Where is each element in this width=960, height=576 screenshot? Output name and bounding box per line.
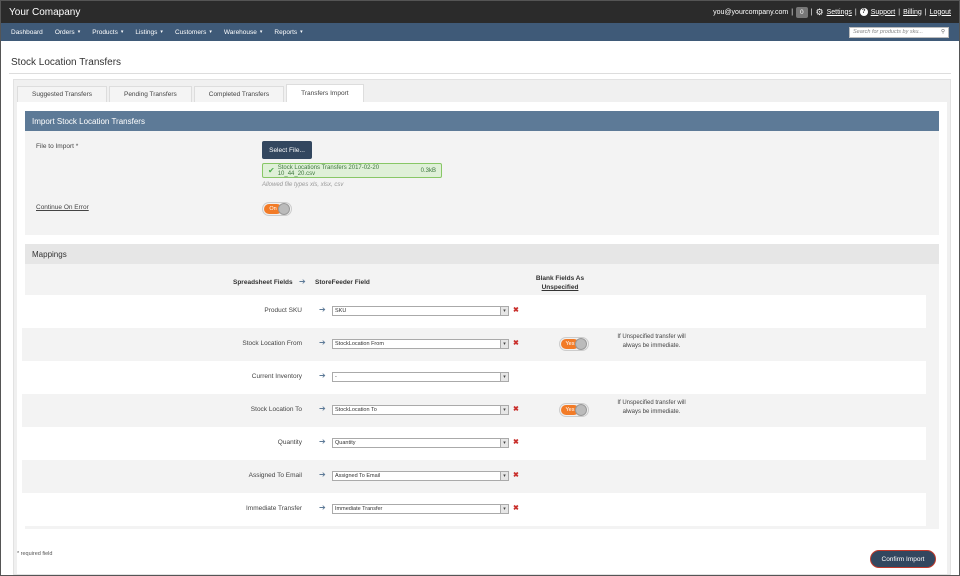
chevron-down-icon: ▾ xyxy=(500,472,508,480)
nav-reports[interactable]: Reports ▾ xyxy=(274,29,302,36)
caret-down-icon: ▾ xyxy=(259,29,263,35)
page-title: Stock Location Transfers xyxy=(11,57,122,68)
continue-on-error-label: Continue On Error xyxy=(36,204,89,211)
search-icon: ⚲ xyxy=(940,29,945,35)
tab-bar: Suggested Transfers Pending Transfers Co… xyxy=(17,84,366,102)
nav-warehouse[interactable]: Warehouse ▾ xyxy=(224,29,263,36)
tab-pending-transfers[interactable]: Pending Transfers xyxy=(108,86,192,102)
check-icon: ✔ xyxy=(268,166,275,175)
mapping-row-current-inventory: Current Inventory ➔ - ▾ xyxy=(22,361,926,394)
import-section-heading: Import Stock Location Transfers xyxy=(25,111,939,131)
account-area: you@yourcompany.com | 0 | ⚙ Settings | ?… xyxy=(713,6,951,18)
arrow-right-icon: ➔ xyxy=(319,338,326,347)
arrow-right-icon: ➔ xyxy=(319,470,326,479)
arrow-right-icon: ➔ xyxy=(319,371,326,380)
unspecified-note: If Unspecified transfer will always be i… xyxy=(617,400,686,415)
blank-unspecified-toggle-to[interactable]: Yes xyxy=(559,403,589,417)
uploaded-file-badge: ✔ Stock Locations Transfers 2017-02-20 1… xyxy=(262,163,442,178)
remove-mapping-icon[interactable]: ✖ xyxy=(513,405,519,413)
user-email: you@yourcompany.com xyxy=(713,8,789,16)
arrow-right-icon: ➔ xyxy=(299,277,306,286)
chevron-down-icon: ▾ xyxy=(500,373,508,381)
nav-products[interactable]: Products ▾ xyxy=(92,29,123,36)
tab-suggested-transfers[interactable]: Suggested Transfers xyxy=(17,86,107,102)
chevron-down-icon: ▾ xyxy=(500,340,508,348)
blank-fields-header: Blank Fields As Unspecified xyxy=(535,275,585,291)
continue-on-error-toggle[interactable]: On xyxy=(262,202,292,216)
gear-icon: ⚙ xyxy=(815,6,824,17)
storefeeder-field-header: StoreFeeder Field xyxy=(315,279,370,286)
arrow-right-icon: ➔ xyxy=(319,437,326,446)
chevron-down-icon: ▾ xyxy=(500,307,508,315)
caret-down-icon: ▾ xyxy=(77,29,81,35)
arrow-right-icon: ➔ xyxy=(319,503,326,512)
support-link[interactable]: Support xyxy=(871,9,896,16)
brand-name: Your Comapany xyxy=(9,6,81,18)
chevron-down-icon: ▾ xyxy=(500,439,508,447)
quantity-select[interactable]: Quantity ▾ xyxy=(332,438,509,448)
stock-location-to-select[interactable]: StockLocation To ▾ xyxy=(332,405,509,415)
current-inventory-select[interactable]: - ▾ xyxy=(332,372,509,382)
spreadsheet-fields-header: Spreadsheet Fields xyxy=(233,279,293,286)
mappings-section-heading: Mappings xyxy=(25,244,939,264)
remove-mapping-icon[interactable]: ✖ xyxy=(513,504,519,512)
mapping-row-immediate-transfer: Immediate Transfer ➔ Immediate Transfer ▾… xyxy=(22,493,926,526)
caret-down-icon: ▾ xyxy=(160,29,163,35)
notification-count[interactable]: 0 xyxy=(796,6,808,18)
remove-mapping-icon[interactable]: ✖ xyxy=(513,438,519,446)
main-nav: Dashboard Orders ▾ Products ▾ Listings ▾ Cu… xyxy=(1,23,959,41)
unspecified-note: If Unspecified transfer will always be i… xyxy=(617,334,686,349)
nav-listings[interactable]: Listings ▾ xyxy=(135,29,163,36)
nav-customers[interactable]: Customers ▾ xyxy=(175,29,212,36)
tab-content: Import Stock Location Transfers File to … xyxy=(17,102,947,574)
tab-completed-transfers[interactable]: Completed Transfers xyxy=(193,86,285,102)
arrow-right-icon: ➔ xyxy=(319,404,326,413)
settings-link[interactable]: Settings xyxy=(827,9,852,16)
product-search-input[interactable]: Search for products by sku... ⚲ xyxy=(849,26,949,38)
chevron-down-icon: ▾ xyxy=(500,406,508,414)
allowed-file-types: Allowed file types xls, xlsx, csv xyxy=(262,182,344,188)
file-to-import-label: File to Import * xyxy=(36,143,79,150)
select-file-button[interactable]: Select File... xyxy=(262,141,312,159)
remove-mapping-icon[interactable]: ✖ xyxy=(513,306,519,314)
nav-dashboard[interactable]: Dashboard xyxy=(11,29,43,36)
divider xyxy=(9,73,951,74)
uploaded-file-size: 0.3kB xyxy=(420,167,436,174)
mapping-row-product-sku: Product SKU ➔ SKU ▾ ✖ xyxy=(22,295,926,328)
nav-orders[interactable]: Orders ▾ xyxy=(55,29,80,36)
immediate-transfer-select[interactable]: Immediate Transfer ▾ xyxy=(332,504,509,514)
required-field-note: * required field xyxy=(17,551,53,557)
blank-unspecified-toggle-from[interactable]: Yes xyxy=(559,337,589,351)
help-icon: ? xyxy=(859,8,868,16)
caret-down-icon: ▾ xyxy=(209,29,212,35)
logout-link[interactable]: Logout xyxy=(930,9,951,16)
mapping-row-quantity: Quantity ➔ Quantity ▾ ✖ xyxy=(22,427,926,460)
chevron-down-icon: ▾ xyxy=(500,505,508,513)
billing-link[interactable]: Billing xyxy=(903,9,922,16)
mapping-row-stock-location-to: Stock Location To ➔ StockLocation To ▾ ✖ … xyxy=(22,394,926,427)
mapping-row-assigned-to-email: Assigned To Email ➔ Assigned To Email ▾ ✖ xyxy=(22,460,926,493)
assigned-to-email-select[interactable]: Assigned To Email ▾ xyxy=(332,471,509,481)
transfers-panel: Suggested Transfers Pending Transfers Co… xyxy=(13,79,951,575)
caret-down-icon: ▾ xyxy=(120,29,124,35)
stock-location-from-select[interactable]: StockLocation From ▾ xyxy=(332,339,509,349)
remove-mapping-icon[interactable]: ✖ xyxy=(513,339,519,347)
tab-transfers-import[interactable]: Transfers Import xyxy=(286,84,364,102)
confirm-import-button[interactable]: Confirm Import xyxy=(870,550,936,568)
uploaded-file-name: Stock Locations Transfers 2017-02-20 10_… xyxy=(277,164,380,177)
arrow-right-icon: ➔ xyxy=(319,305,326,314)
sku-field-select[interactable]: SKU ▾ xyxy=(332,306,509,316)
top-bar: Your Comapany you@yourcompany.com | 0 | … xyxy=(1,1,959,23)
import-section-body: File to Import * Select File... ✔ Stock … xyxy=(25,131,939,235)
remove-mapping-icon[interactable]: ✖ xyxy=(513,471,519,479)
caret-down-icon: ▾ xyxy=(300,29,303,35)
mapping-row-stock-location-from: Stock Location From ➔ StockLocation From… xyxy=(22,328,926,361)
